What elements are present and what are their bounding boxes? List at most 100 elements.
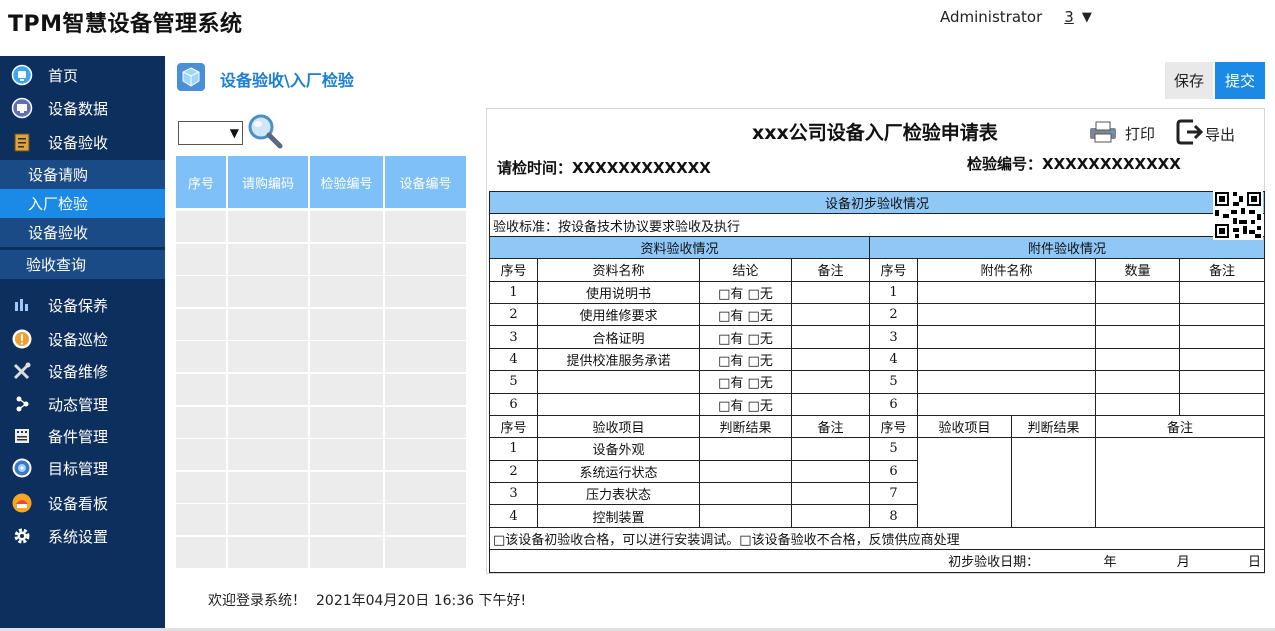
- user-notification-count[interactable]: 3: [1064, 8, 1074, 26]
- acc-name[interactable]: [917, 370, 1096, 394]
- check-remark[interactable]: [791, 482, 870, 506]
- check-remark[interactable]: [1094, 437, 1266, 528]
- list-cell[interactable]: [176, 504, 226, 536]
- doc-remark[interactable]: [791, 280, 870, 304]
- check-result[interactable]: [699, 459, 792, 484]
- acc-name[interactable]: [917, 325, 1096, 349]
- list-cell[interactable]: [176, 439, 226, 471]
- list-cell[interactable]: [228, 537, 308, 568]
- sidebar-item-spare-parts[interactable]: 备件管理: [0, 420, 165, 452]
- list-cell[interactable]: [385, 374, 466, 405]
- username[interactable]: Administrator: [940, 8, 1042, 26]
- list-cell[interactable]: [176, 243, 226, 275]
- sidebar-item-equipment-data[interactable]: 设备数据: [0, 92, 165, 124]
- doc-name[interactable]: [537, 392, 700, 416]
- sidebar-item-repair[interactable]: 设备维修: [0, 355, 165, 387]
- list-cell[interactable]: [385, 471, 466, 503]
- list-header-cell[interactable]: 请购编码: [228, 156, 308, 208]
- list-cell[interactable]: [176, 341, 226, 373]
- print-button[interactable]: 打印: [1087, 119, 1155, 147]
- acc-quantity[interactable]: [1095, 392, 1180, 416]
- check-remark[interactable]: [791, 459, 870, 484]
- acc-name[interactable]: [917, 392, 1096, 416]
- list-header-cell[interactable]: 序号: [176, 156, 226, 208]
- acc-remark[interactable]: [1178, 392, 1266, 416]
- sidebar-subitem-purchase-request[interactable]: 设备请购: [0, 160, 165, 189]
- sidebar-item-patrol[interactable]: 设备巡检: [0, 323, 165, 355]
- check-result[interactable]: [1011, 437, 1096, 528]
- list-cell[interactable]: [176, 406, 226, 438]
- list-header-cell[interactable]: 检验编号: [310, 156, 383, 208]
- acc-quantity[interactable]: [1095, 280, 1180, 304]
- doc-name[interactable]: [537, 370, 700, 394]
- acc-remark[interactable]: [1178, 347, 1266, 372]
- list-cell[interactable]: [385, 276, 466, 308]
- list-cell[interactable]: [176, 211, 226, 242]
- acc-quantity[interactable]: [1095, 347, 1180, 372]
- list-cell[interactable]: [385, 504, 466, 536]
- list-cell[interactable]: [310, 439, 383, 471]
- sidebar-item-equipment-board[interactable]: 设备看板: [0, 487, 165, 519]
- sidebar-item-dynamic-management[interactable]: 动态管理: [0, 388, 165, 420]
- list-cell[interactable]: [385, 211, 466, 242]
- sidebar-item-system-settings[interactable]: 系统设置: [0, 520, 165, 552]
- list-cell[interactable]: [385, 308, 466, 340]
- acc-name[interactable]: [917, 280, 1096, 304]
- list-cell[interactable]: [310, 537, 383, 568]
- list-cell[interactable]: [176, 308, 226, 340]
- acc-remark[interactable]: [1178, 325, 1266, 349]
- acc-remark[interactable]: [1178, 280, 1266, 304]
- sidebar-item-home[interactable]: 首页: [0, 59, 165, 91]
- sidebar-subitem-acceptance-query[interactable]: 验收查询: [0, 250, 165, 279]
- check-result[interactable]: [699, 437, 792, 461]
- chevron-down-icon[interactable]: ▼: [1082, 10, 1092, 25]
- check-item[interactable]: [917, 437, 1012, 528]
- doc-remark[interactable]: [791, 302, 870, 327]
- doc-remark[interactable]: [791, 347, 870, 372]
- list-cell[interactable]: [310, 211, 383, 242]
- sidebar-subitem-acceptance[interactable]: 设备验收: [0, 218, 165, 247]
- conclusion-checkboxes[interactable]: □该设备初验收合格，可以进行安装调试。□该设备验收不合格，反馈供应商处理: [488, 526, 1266, 551]
- check-remark[interactable]: [791, 504, 870, 528]
- list-cell[interactable]: [228, 341, 308, 373]
- search-icon[interactable]: [245, 112, 285, 154]
- list-cell[interactable]: [228, 374, 308, 405]
- doc-remark[interactable]: [791, 325, 870, 349]
- acc-name[interactable]: [917, 347, 1096, 372]
- acc-quantity[interactable]: [1095, 325, 1180, 349]
- acc-quantity[interactable]: [1095, 302, 1180, 327]
- list-cell[interactable]: [228, 211, 308, 242]
- doc-remark[interactable]: [791, 392, 870, 416]
- list-cell[interactable]: [228, 308, 308, 340]
- list-cell[interactable]: [310, 276, 383, 308]
- list-header-cell[interactable]: 设备编号: [385, 156, 466, 208]
- list-cell[interactable]: [310, 374, 383, 405]
- list-cell[interactable]: [228, 504, 308, 536]
- list-cell[interactable]: [310, 308, 383, 340]
- acc-remark[interactable]: [1178, 302, 1266, 327]
- submit-button[interactable]: 提交: [1215, 62, 1265, 99]
- acc-remark[interactable]: [1178, 370, 1266, 394]
- doc-result-checkbox[interactable]: □有 □无: [699, 370, 792, 394]
- list-cell[interactable]: [228, 243, 308, 275]
- doc-result-checkbox[interactable]: □有 □无: [699, 302, 792, 327]
- list-cell[interactable]: [176, 374, 226, 405]
- list-cell[interactable]: [228, 439, 308, 471]
- list-cell[interactable]: [176, 471, 226, 503]
- list-cell[interactable]: [310, 406, 383, 438]
- list-cell[interactable]: [385, 537, 466, 568]
- user-menu[interactable]: Administrator 3 ▼: [940, 8, 1092, 26]
- acc-quantity[interactable]: [1095, 370, 1180, 394]
- list-cell[interactable]: [176, 276, 226, 308]
- export-button[interactable]: 导出: [1175, 117, 1235, 151]
- sidebar-subitem-incoming-inspection[interactable]: 入厂检验: [0, 189, 165, 218]
- doc-result-checkbox[interactable]: □有 □无: [699, 392, 792, 416]
- list-cell[interactable]: [310, 504, 383, 536]
- acc-name[interactable]: [917, 302, 1096, 327]
- list-cell[interactable]: [385, 439, 466, 471]
- list-cell[interactable]: [385, 243, 466, 275]
- list-cell[interactable]: [310, 471, 383, 503]
- list-cell[interactable]: [228, 406, 308, 438]
- doc-remark[interactable]: [791, 370, 870, 394]
- doc-result-checkbox[interactable]: □有 □无: [699, 280, 792, 304]
